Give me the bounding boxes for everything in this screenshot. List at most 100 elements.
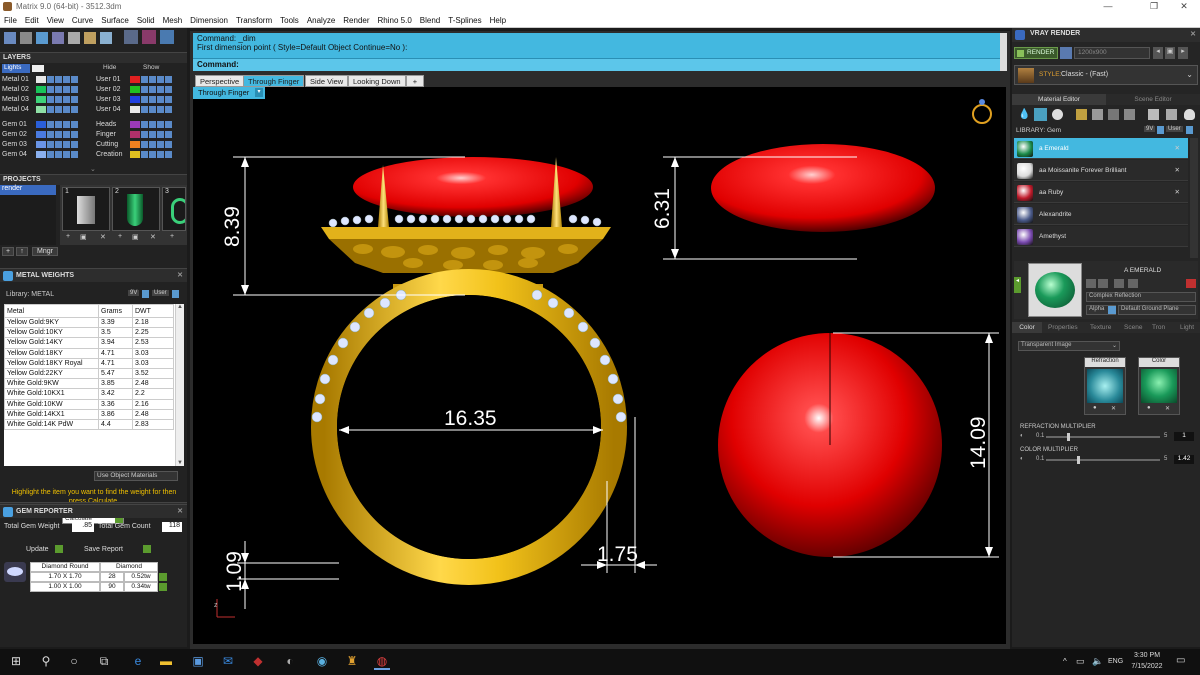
material-item[interactable]: Amethyst [1014,226,1188,247]
table-row[interactable]: White Gold:14K PdW 4.4 2.83 [4,418,174,431]
tab-scene-editor[interactable]: Scene Editor [1106,94,1200,105]
minimize-icon[interactable]: — [1096,1,1120,11]
menu-blend[interactable]: Blend [416,14,444,25]
layer-lock-icon[interactable] [149,151,156,158]
layer-visibility-icon[interactable] [141,121,148,128]
layer-row[interactable]: Cutting [96,141,186,151]
layer-color-swatch[interactable] [130,106,140,113]
close-icon[interactable]: ✕ [1172,1,1196,12]
table-row[interactable]: White Gold:14KX1 3.86 2.48 [4,408,174,420]
layer-lock-icon[interactable] [55,76,62,83]
layer-visibility-icon[interactable] [141,96,148,103]
layer-visibility-icon[interactable] [47,131,54,138]
prev-icon[interactable]: ◂ [1153,47,1163,59]
layer-visibility-icon[interactable] [141,106,148,113]
menu-surface[interactable]: Surface [97,14,133,25]
settings-icon[interactable] [100,32,112,44]
layer-lock-icon[interactable] [55,106,62,113]
remove-material-icon[interactable]: ✕ [1175,166,1180,174]
layer-row[interactable]: Finger [96,131,186,141]
layer-row[interactable]: Metal 03 [2,96,92,106]
edit-icon[interactable] [1086,279,1096,288]
camera-icon[interactable] [1060,47,1072,59]
column-header-grams[interactable]: Grams [98,304,133,318]
filter-icon[interactable] [68,32,80,44]
select-gem-row-icon[interactable] [159,573,167,581]
resolution-field[interactable]: 1200x900 [1074,47,1150,59]
layer-visibility-icon[interactable] [47,76,54,83]
camera-icon[interactable] [1148,109,1159,120]
language-indicator[interactable]: ENG [1108,658,1123,665]
pattern-icon[interactable] [1108,109,1119,120]
menu-rhino[interactable]: Rhino 5.0 [374,14,416,25]
table-row[interactable]: White Gold:9KW 3.85 2.48 [4,378,174,390]
table-row[interactable]: White Gold:10KW 3.36 2.16 [4,398,174,410]
layer-select-icon[interactable] [63,151,70,158]
menu-view[interactable]: View [43,14,68,25]
cortana-icon[interactable]: ○ [66,654,82,670]
move-up-button[interactable]: ↑ [16,247,28,256]
tray-chevron-icon[interactable]: ^ [1063,657,1067,666]
layer-edit-icon[interactable] [165,76,172,83]
layer-row[interactable]: User 02 [96,86,186,96]
clock-time[interactable]: 3:30 PM [1130,652,1164,659]
add-project-button[interactable]: + [2,247,14,256]
layer-lock-icon[interactable] [55,96,62,103]
chrome-icon[interactable]: ◍ [374,654,390,670]
copy-icon[interactable] [1098,279,1108,288]
layer-color-swatch[interactable] [36,96,46,103]
project-thumb-3[interactable]: 3 [162,187,186,231]
material-item[interactable]: aa Ruby ✕ [1014,182,1188,203]
layer-lock-icon[interactable] [149,86,156,93]
gem-library-user-tag[interactable]: User [1166,126,1183,132]
layer-color-swatch[interactable] [130,76,140,83]
tab-light[interactable]: Light [1180,324,1194,331]
tab-looking-down[interactable]: Looking Down [348,75,406,87]
tools-icon[interactable] [84,32,96,44]
save-icon[interactable] [1128,279,1138,288]
view-icon[interactable] [160,30,174,44]
settings-icon[interactable]: ▣ [1165,47,1175,59]
layer-select-icon[interactable] [157,86,164,93]
layers-expand-icon[interactable]: ⌄ [90,165,96,173]
drop-icon[interactable]: 💧 [1018,109,1030,120]
layer-lock-icon[interactable] [149,106,156,113]
layer-edit-icon[interactable] [165,131,172,138]
sphere-icon[interactable] [1052,109,1063,120]
scroll-up-icon[interactable]: ▲ [177,304,183,310]
add-view-tab[interactable]: + [406,75,424,87]
remove-material-icon[interactable]: ✕ [1175,144,1180,152]
layer-color-swatch[interactable] [36,76,46,83]
tab-through-finger[interactable]: Through Finger [243,75,305,87]
hide-button[interactable]: Hide [103,64,116,71]
table-row[interactable]: Yellow Gold:18KY Royal 4.71 3.03 [4,357,174,369]
color-slider-track[interactable] [1046,459,1160,461]
store-icon[interactable]: ▣ [190,654,206,670]
table-row[interactable]: Yellow Gold:22KY 5.47 3.52 [4,367,174,380]
layer-lock-icon[interactable] [149,76,156,83]
refraction-slider-track[interactable] [1046,436,1160,438]
grid-icon[interactable] [4,32,16,44]
layer-visibility-icon[interactable] [47,121,54,128]
collapse-arrow-icon[interactable]: ◂ [1014,277,1021,293]
tab-side-view[interactable]: Side View [305,75,349,87]
menu-edit[interactable]: Edit [21,14,43,25]
layer-lock-icon[interactable] [149,141,156,148]
use-object-materials-toggle[interactable]: Use Object Materials [94,471,178,481]
layer-select-icon[interactable] [63,131,70,138]
material-item[interactable]: a Emerald ✕ [1014,138,1188,159]
menu-tsplines[interactable]: T-Splines [444,14,485,25]
layer-lock-icon[interactable] [55,121,62,128]
layer-edit-icon[interactable] [71,121,78,128]
layer-visibility-icon[interactable] [47,86,54,93]
layer-select-icon[interactable] [157,96,164,103]
layer-select-icon[interactable] [63,141,70,148]
layer-edit-icon[interactable] [71,96,78,103]
task-view-icon[interactable]: ⧉ [96,654,112,670]
gem-icon[interactable] [1034,108,1047,121]
notifications-icon[interactable]: ▭ [1176,655,1185,666]
delete-icon[interactable]: ✕ [100,233,106,241]
environment-icon[interactable] [1166,109,1177,120]
tab-color[interactable]: Color [1012,322,1042,333]
library-toggle-icon[interactable] [142,290,149,298]
